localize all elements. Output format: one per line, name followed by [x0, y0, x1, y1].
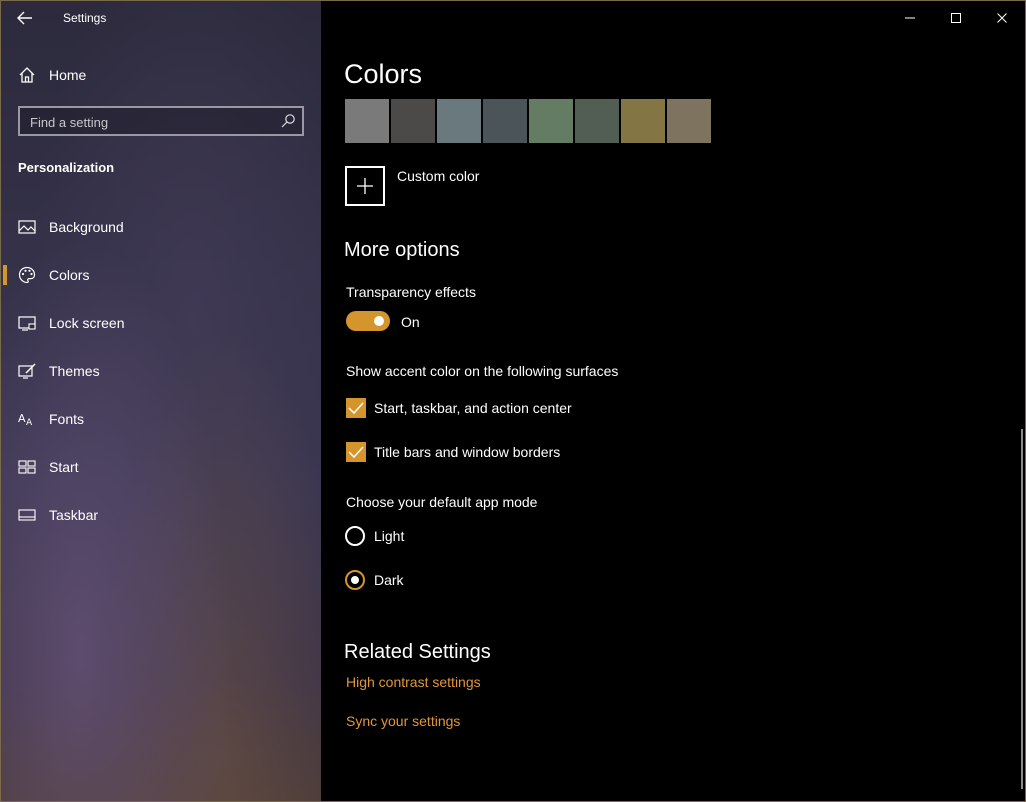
palette-icon [18, 266, 36, 284]
settings-window: Settings Home Personalization [0, 0, 1026, 802]
checkbox-start-taskbar[interactable]: Start, taskbar, and action center [346, 398, 572, 418]
lock-screen-icon [18, 314, 36, 332]
sidebar-item-start[interactable]: Start [1, 449, 321, 485]
fonts-icon: A A [18, 410, 36, 428]
color-swatch[interactable] [437, 99, 481, 143]
maximize-button[interactable] [933, 1, 979, 35]
checkmark-icon [348, 446, 364, 459]
search-box[interactable] [18, 106, 304, 136]
transparency-state: On [401, 314, 420, 330]
color-swatch[interactable] [483, 99, 527, 143]
maximize-icon [951, 13, 961, 23]
checkbox[interactable] [346, 398, 366, 418]
app-title: Settings [63, 11, 107, 25]
home-label: Home [49, 67, 87, 83]
sidebar-item-label: Colors [49, 267, 90, 283]
close-icon [997, 13, 1007, 23]
checkbox[interactable] [346, 442, 366, 462]
color-swatch[interactable] [345, 99, 389, 143]
search-input[interactable] [28, 112, 282, 132]
svg-text:A: A [26, 418, 33, 427]
home-icon [17, 65, 37, 85]
color-swatch[interactable] [529, 99, 573, 143]
page-title: Colors [344, 59, 423, 89]
checkbox-label: Title bars and window borders [374, 444, 561, 460]
sidebar-item-label: Lock screen [49, 315, 125, 331]
sidebar-item-background[interactable]: Background [1, 209, 321, 245]
transparency-toggle[interactable] [346, 311, 390, 331]
sidebar: Settings Home Personalization [1, 1, 321, 801]
radio-button[interactable] [345, 570, 365, 590]
start-icon [18, 458, 36, 476]
related-settings-heading: Related Settings [344, 641, 491, 663]
color-swatch[interactable] [621, 99, 665, 143]
back-button[interactable] [11, 5, 39, 31]
back-arrow-icon [17, 11, 32, 25]
svg-text:A: A [18, 412, 26, 425]
close-button[interactable] [979, 1, 1025, 35]
sidebar-item-taskbar[interactable]: Taskbar [1, 497, 321, 533]
toggle-knob [374, 316, 384, 326]
sync-settings-link[interactable]: Sync your settings [346, 713, 460, 729]
picture-icon [18, 218, 36, 236]
sidebar-item-colors[interactable]: Colors [1, 257, 321, 293]
accent-surfaces-label: Show accent color on the following surfa… [346, 363, 619, 379]
radio-button[interactable] [345, 526, 365, 546]
color-swatch[interactable] [575, 99, 619, 143]
radio-label: Light [374, 528, 405, 544]
section-title: Personalization [18, 160, 115, 175]
app-mode-label: Choose your default app mode [346, 494, 538, 510]
sidebar-item-lock-screen[interactable]: Lock screen [1, 305, 321, 341]
sidebar-item-label: Themes [49, 363, 100, 379]
sidebar-item-fonts[interactable]: A A Fonts [1, 401, 321, 437]
color-swatch[interactable] [391, 99, 435, 143]
sidebar-item-label: Start [49, 459, 79, 475]
checkbox-title-bars[interactable]: Title bars and window borders [346, 442, 560, 462]
titlebar-left: Settings [1, 1, 321, 35]
minimize-button[interactable] [887, 1, 933, 35]
sidebar-item-label: Fonts [49, 411, 85, 427]
sidebar-item-label: Taskbar [49, 507, 99, 523]
home-nav-item[interactable]: Home [17, 63, 86, 87]
transparency-label: Transparency effects [346, 284, 476, 300]
custom-color-button[interactable]: Custom color [345, 166, 479, 206]
radio-dark[interactable]: Dark [345, 570, 404, 590]
themes-icon [18, 362, 36, 380]
radio-light[interactable]: Light [345, 526, 404, 546]
main-content: Colors Custom color More options Transpa… [321, 1, 1025, 801]
color-swatch[interactable] [667, 99, 711, 143]
sidebar-item-label: Background [49, 219, 124, 235]
more-options-heading: More options [344, 239, 460, 261]
plus-icon [345, 166, 385, 206]
high-contrast-link[interactable]: High contrast settings [346, 674, 481, 690]
checkmark-icon [348, 402, 364, 415]
search-icon[interactable] [280, 113, 296, 129]
window-controls [887, 1, 1025, 35]
custom-color-label: Custom color [397, 168, 480, 184]
checkbox-label: Start, taskbar, and action center [374, 400, 572, 416]
radio-label: Dark [374, 572, 404, 588]
sidebar-item-themes[interactable]: Themes [1, 353, 321, 389]
taskbar-icon [18, 506, 36, 524]
color-swatches [345, 99, 713, 143]
scrollbar[interactable] [1021, 429, 1023, 789]
minimize-icon [905, 17, 915, 19]
